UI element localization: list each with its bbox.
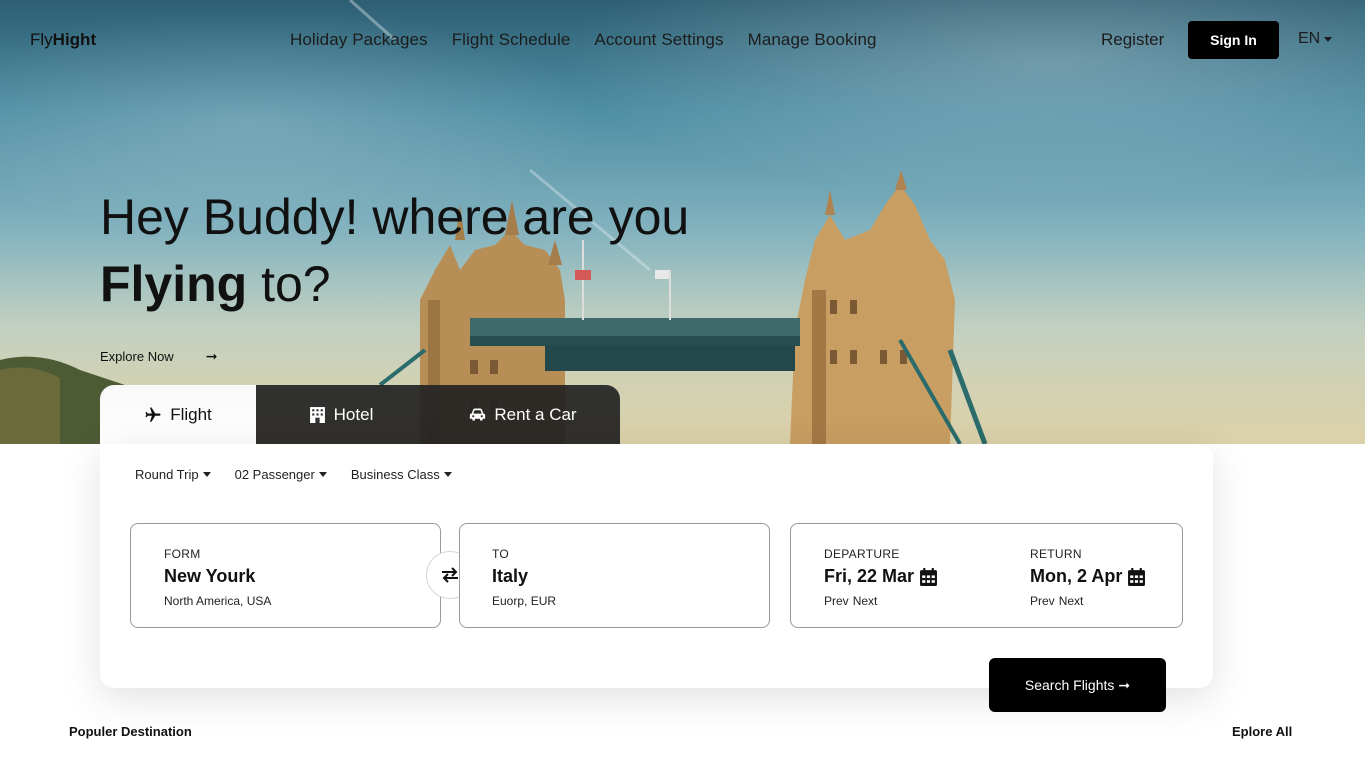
- trip-type-label: Round Trip: [135, 467, 199, 482]
- chevron-down-icon: [1324, 36, 1333, 42]
- return-date: Mon, 2 Apr: [1030, 566, 1146, 587]
- tab-hotel-label: Hotel: [333, 404, 374, 424]
- headline-line1: Hey Buddy! where are you: [100, 189, 690, 245]
- trip-type-dropdown[interactable]: Round Trip: [135, 467, 211, 482]
- nav-link-account-settings[interactable]: Account Settings: [594, 30, 723, 50]
- explore-all-link[interactable]: Eplore All: [1232, 724, 1292, 739]
- return-block[interactable]: RETURN Mon, 2 Apr Prev Next: [1030, 547, 1146, 608]
- tab-rent-a-car-label: Rent a Car: [494, 404, 577, 424]
- top-navbar: FlyHight Holiday Packages Flight Schedul…: [0, 0, 1365, 80]
- headline-line2: Flying to?: [100, 251, 689, 318]
- to-region: Euorp, EUR: [492, 594, 557, 608]
- headline-bold-word: Flying: [100, 256, 248, 312]
- to-city: Italy: [492, 566, 529, 586]
- chevron-down-icon: [443, 472, 452, 477]
- tab-hotel[interactable]: Hotel: [256, 385, 426, 444]
- departure-block[interactable]: DEPARTURE Fri, 22 Mar Prev Next: [824, 547, 938, 608]
- to-block: TO Italy Euorp, EUR: [492, 547, 556, 608]
- return-date-text: Mon, 2 Apr: [1030, 566, 1123, 586]
- plane-icon: [145, 407, 161, 422]
- calendar-icon[interactable]: [1128, 567, 1146, 586]
- departure-label: DEPARTURE: [824, 547, 900, 561]
- booking-tabs: Flight Hotel Rent a Car: [100, 385, 620, 444]
- language-selector[interactable]: EN: [1298, 30, 1333, 48]
- nav-link-manage-booking[interactable]: Manage Booking: [748, 30, 877, 50]
- departure-nav: Prev Next: [824, 594, 937, 608]
- departure-date: Fri, 22 Mar: [824, 566, 938, 587]
- hero-headline: Hey Buddy! where are you Flying to?: [100, 184, 689, 318]
- car-icon: [470, 408, 486, 421]
- class-dropdown[interactable]: Business Class: [351, 467, 452, 482]
- calendar-icon[interactable]: [920, 567, 938, 586]
- to-field[interactable]: TO Italy Euorp, EUR: [459, 523, 770, 628]
- language-label: EN: [1298, 30, 1321, 47]
- logo-bold: Hight: [52, 30, 97, 49]
- building-icon: [309, 407, 325, 423]
- from-block: FORM New Yourk North America, USA: [164, 547, 271, 608]
- passenger-dropdown[interactable]: 02 Passenger: [235, 467, 327, 482]
- nav-links: Holiday Packages Flight Schedule Account…: [290, 30, 877, 50]
- trip-options: Round Trip 02 Passenger Business Class: [135, 467, 452, 482]
- register-link[interactable]: Register: [1101, 30, 1164, 50]
- swap-arrows-icon: [442, 567, 458, 583]
- departure-next[interactable]: Next: [853, 594, 878, 608]
- dates-field: DEPARTURE Fri, 22 Mar Prev Next RETURN Mo…: [790, 523, 1183, 628]
- sign-in-button[interactable]: Sign In: [1188, 21, 1279, 59]
- flight-search-card: Round Trip 02 Passenger Business Class F…: [100, 444, 1213, 688]
- explore-now-label: Explore Now: [100, 349, 174, 364]
- return-label: RETURN: [1030, 547, 1082, 561]
- tab-flight[interactable]: Flight: [100, 385, 256, 444]
- return-prev[interactable]: Prev: [1030, 594, 1055, 608]
- chevron-down-icon: [318, 472, 327, 477]
- explore-now-link[interactable]: Explore Now ➞: [100, 348, 217, 365]
- arrow-right-icon: ➞: [1118, 676, 1131, 693]
- return-nav: Prev Next: [1030, 594, 1145, 608]
- search-flights-button[interactable]: Search Flights ➞: [989, 658, 1166, 712]
- nav-link-holiday-packages[interactable]: Holiday Packages: [290, 30, 428, 50]
- from-field[interactable]: FORM New Yourk North America, USA: [130, 523, 441, 628]
- class-label: Business Class: [350, 467, 440, 482]
- logo-light: Fly: [30, 30, 53, 49]
- nav-link-flight-schedule[interactable]: Flight Schedule: [452, 30, 571, 50]
- tab-flight-label: Flight: [170, 404, 212, 424]
- from-region: North America, USA: [164, 594, 272, 608]
- arrow-right-icon: ➞: [205, 348, 218, 364]
- chevron-down-icon: [202, 472, 211, 477]
- departure-date-text: Fri, 22 Mar: [824, 566, 915, 586]
- headline-rest: to?: [247, 256, 331, 312]
- departure-prev[interactable]: Prev: [824, 594, 849, 608]
- popular-destination-title: Populer Destination: [69, 724, 192, 739]
- return-next[interactable]: Next: [1059, 594, 1084, 608]
- search-flights-label: Search Flights: [1024, 677, 1115, 693]
- to-label: TO: [492, 547, 510, 561]
- tab-rent-a-car[interactable]: Rent a Car: [426, 385, 620, 444]
- logo[interactable]: FlyHight: [30, 30, 96, 50]
- passenger-label: 02 Passenger: [234, 467, 315, 482]
- from-city: New Yourk: [164, 566, 256, 586]
- from-label: FORM: [164, 547, 201, 561]
